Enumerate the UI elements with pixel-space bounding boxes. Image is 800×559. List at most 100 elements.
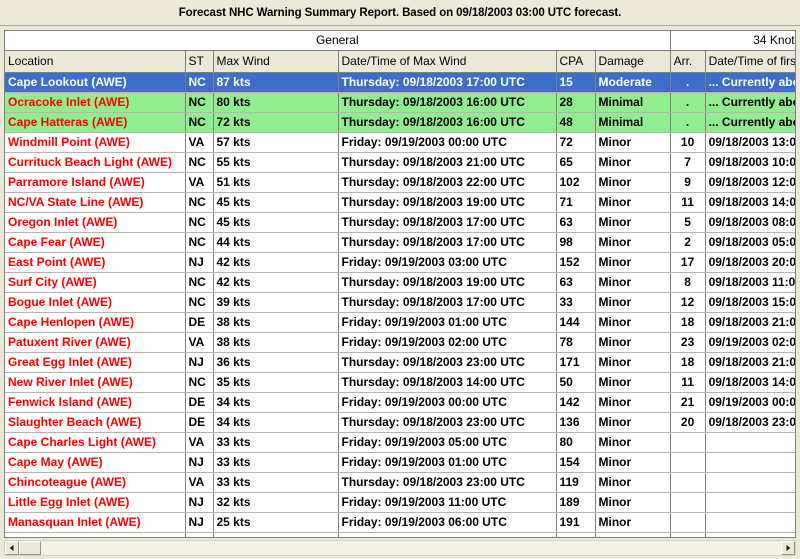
table-row[interactable]: Currituck Beach Light (AWE) NC 55 kts Thurs… [5,152,795,173]
table-row[interactable]: Bogue Inlet (AWE) NC 39 kts Thursday: 09/18… [5,292,795,313]
cell-st: NC [185,372,214,393]
scroll-left-arrow-icon[interactable] [5,541,19,555]
cell-max-wind: 38 kts [213,332,339,353]
cell-st: NJ [185,492,214,513]
cell-dt-first: 09/18/2003 10:00 U [705,152,795,173]
cell-max-wind: 34 kts [213,412,339,433]
table-row[interactable]: Cape Charles Light (AWE) VA 33 kts Friday: … [5,432,795,453]
cell-dt-first: 09/18/2003 13:00 U [705,132,795,153]
table-row[interactable]: Fenwick Island (AWE) DE 34 kts Friday: 09/1… [5,392,795,413]
column-header-location[interactable]: Location [5,50,186,73]
cell-cpa: 65 [556,152,596,173]
cell-dt-max-wind: Thursday: 09/18/2003 23:00 UTC [338,472,557,493]
report-window: Forecast NHC Warning Summary Report. Bas… [0,0,800,559]
column-header-dt-max-wind[interactable]: Date/Time of Max Wind [338,50,557,73]
cell-damage: Minor [595,312,671,333]
table-row[interactable]: New River Inlet (AWE) NC 35 kts Thursday: 0… [5,372,795,393]
cell-st: VA [185,172,214,193]
table-row[interactable]: Great Egg Inlet (AWE) NJ 36 kts Thursday: 0… [5,352,795,373]
cell-max-wind: 57 kts [213,132,339,153]
column-header-st[interactable]: ST [185,50,214,73]
table-row[interactable]: Cape Hatteras (AWE) NC 72 kts Thursday: 09/… [5,112,795,133]
cell-damage: Minor [595,172,671,193]
cell-cpa: 102 [556,172,596,193]
cell-max-wind: 25 kts [213,512,339,533]
cell-dt-max-wind: Thursday: 09/18/2003 16:00 UTC [338,112,557,133]
scrollbar-track[interactable] [19,541,781,555]
cell-st: NC [185,152,214,173]
table-row[interactable]: Little Egg Inlet (AWE) NJ 32 kts Friday: 09… [5,492,795,513]
cell-arr: 5 [670,212,706,233]
scroll-right-arrow-icon[interactable] [781,541,795,555]
cell-damage: Minor [595,292,671,313]
cell-damage: Minor [595,532,671,537]
cell-dt-first: 09/19/2003 02:00 U [705,332,795,353]
cell-location: Oregon Inlet (AWE) [5,212,186,233]
cell-dt-first: 09/18/2003 05:00 U [705,232,795,253]
cell-dt-max-wind: Thursday: 09/18/2003 21:00 UTC [338,152,557,173]
column-header-cpa[interactable]: CPA [556,50,596,73]
cell-arr: 10 [670,132,706,153]
cell-location: Manasquan Inlet (AWE) [5,512,186,533]
column-header-dt-first[interactable]: Date/Time of first [705,50,795,73]
group-header-row: General 34 Knot [5,31,795,51]
cell-arr: 9 [670,172,706,193]
table-row[interactable]: Cape Lookout (AWE) NC 87 kts Thursday: 09/1… [5,72,795,93]
cell-max-wind: 87 kts [213,72,339,93]
cell-arr: 12 [670,292,706,313]
cell-max-wind: 33 kts [213,432,339,453]
cell-cpa: 15 [556,72,596,93]
table-row[interactable]: Cape Henlopen (AWE) DE 38 kts Friday: 09/19… [5,312,795,333]
table-row[interactable]: Cape Fear (AWE) NC 44 kts Thursday: 09/18/2… [5,232,795,253]
table-row[interactable]: Manasquan Inlet (AWE) NJ 25 kts Friday: 09/… [5,512,795,533]
cell-damage: Minor [595,392,671,413]
cell-dt-max-wind: Thursday: 09/18/2003 19:00 UTC [338,192,557,213]
cell-max-wind: 51 kts [213,172,339,193]
cell-damage: Moderate [595,72,671,93]
table-row[interactable]: Surf City (AWE) NC 42 kts Thursday: 09/18/2… [5,272,795,293]
report-grid-container[interactable]: General 34 Knot Location ST Max Wind Dat… [4,30,796,538]
table-row[interactable]: Parramore Island (AWE) VA 51 kts Thursday: … [5,172,795,193]
cell-location: East Point (AWE) [5,252,186,273]
table-row[interactable]: NC/VA State Line (AWE) NC 45 kts Thursday: … [5,192,795,213]
cell-st: VA [185,472,214,493]
cell-location: Fenwick Island (AWE) [5,392,186,413]
column-header-max-wind[interactable]: Max Wind [213,50,339,73]
cell-damage: Minor [595,352,671,373]
cell-arr: . [670,72,706,93]
table-row[interactable]: Chincoteague (AWE) VA 33 kts Thursday: 09/1… [5,472,795,493]
cell-dt-max-wind: Thursday: 09/18/2003 17:00 UTC [338,212,557,233]
cell-damage: Minor [595,152,671,173]
cell-location: Parramore Island (AWE) [5,172,186,193]
cell-cpa: 28 [556,92,596,113]
cell-damage: Minor [595,452,671,473]
table-row[interactable]: Cape May (AWE) NJ 33 kts Friday: 09/19/2003… [5,452,795,473]
column-header-arr[interactable]: Arr. [670,50,706,73]
cell-location: Cape Henlopen (AWE) [5,312,186,333]
table-row[interactable]: Windmill Point (AWE) VA 57 kts Friday: 09/1… [5,132,795,153]
table-row[interactable]: Slaughter Beach (AWE) DE 34 kts Thursday: 0… [5,412,795,433]
column-header-row: Location ST Max Wind Date/Time of Max Wi… [5,50,795,73]
cell-dt-first: ... Currently above [705,72,795,93]
cell-cpa: 188 [556,532,596,537]
cell-cpa: 152 [556,252,596,273]
cell-dt-max-wind: Thursday: 09/18/2003 16:00 UTC [338,92,557,113]
horizontal-scrollbar[interactable] [4,540,796,556]
cell-arr: 8 [670,272,706,293]
table-row[interactable]: Oregon Inlet (AWE) NC 45 kts Thursday: 09/1… [5,212,795,233]
cell-cpa: 171 [556,352,596,373]
cell-arr: 7 [670,152,706,173]
table-row[interactable]: East Point (AWE) NJ 42 kts Friday: 09/19/20… [5,252,795,273]
cell-cpa: 63 [556,212,596,233]
cell-location: Ocracoke Inlet (AWE) [5,92,186,113]
table-row[interactable]: Ocracoke Inlet (AWE) NC 80 kts Thursday: 09… [5,92,795,113]
column-header-damage[interactable]: Damage [595,50,671,73]
cell-dt-first [705,452,795,473]
table-row[interactable]: Patuxent River (AWE) VA 38 kts Friday: 09/1… [5,332,795,353]
scrollbar-thumb[interactable] [19,541,41,555]
table-row[interactable]: Sandy Hook (AWE)NJ24 ktsFriday: 09/19/20… [5,532,795,537]
cell-st: NC [185,212,214,233]
cell-dt-first: 09/18/2003 21:00 U [705,352,795,373]
cell-location: Sandy Hook (AWE) [5,532,186,537]
cell-dt-first: ... Currently above [705,112,795,133]
